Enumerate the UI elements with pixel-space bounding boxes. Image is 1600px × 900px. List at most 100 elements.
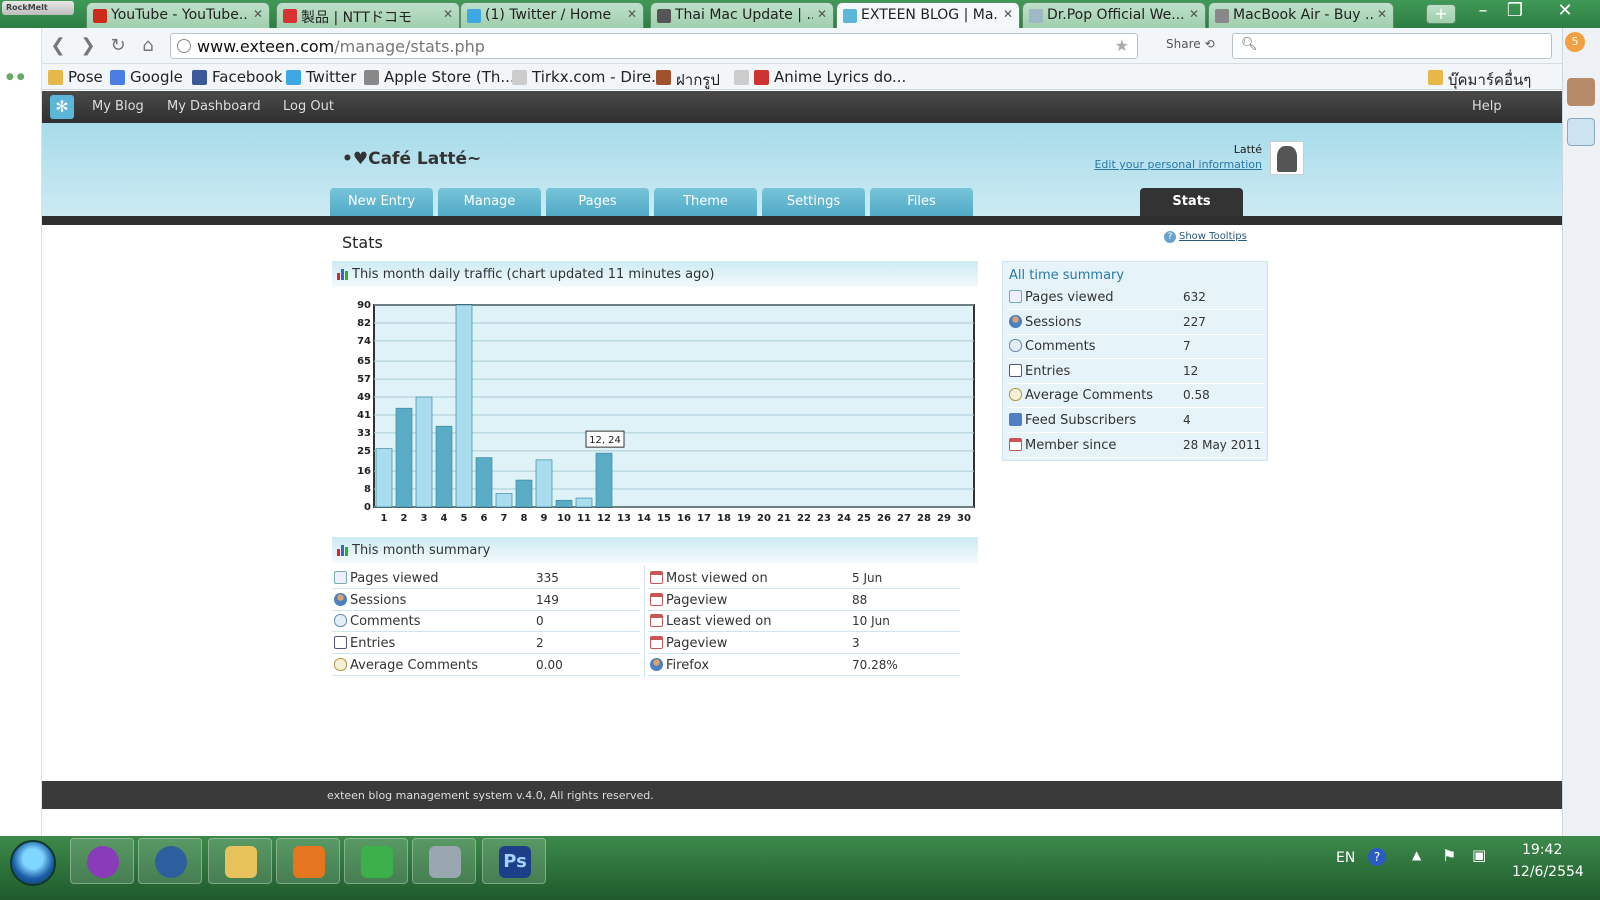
bookmark-item[interactable]: Facebook bbox=[192, 68, 282, 86]
minimize-icon[interactable]: – bbox=[1468, 0, 1498, 22]
bookmark-item[interactable]: Tirkx.com - Dire... bbox=[512, 68, 665, 86]
y-tick-label: 74 bbox=[357, 336, 371, 347]
reload-icon[interactable]: ↻ bbox=[106, 34, 130, 58]
month-summary-value: 3 bbox=[852, 636, 860, 651]
y-tick-label: 41 bbox=[357, 410, 371, 421]
forward-icon[interactable]: ❯ bbox=[76, 34, 100, 58]
app-icon[interactable] bbox=[1567, 118, 1595, 146]
close-tab-icon[interactable]: ✕ bbox=[817, 7, 827, 21]
action-center-flag-icon[interactable]: ⚑ bbox=[1442, 846, 1456, 865]
bookmark-item[interactable]: Anime Lyrics do... bbox=[754, 68, 906, 86]
tab-dr-pop[interactable]: Dr.Pop Official We... ✕ bbox=[1022, 2, 1206, 28]
bar[interactable] bbox=[395, 407, 413, 508]
x-tick-label: 1 bbox=[381, 513, 388, 524]
nav-my-blog[interactable]: My Blog bbox=[92, 99, 144, 114]
show-hidden-icons-icon[interactable]: ▲ bbox=[1412, 848, 1421, 862]
close-tab-icon[interactable]: ✕ bbox=[627, 7, 637, 21]
bar[interactable] bbox=[555, 499, 573, 508]
bar[interactable] bbox=[595, 452, 613, 508]
bookmark-item[interactable]: Twitter bbox=[286, 68, 356, 86]
sims-app-button[interactable] bbox=[70, 838, 134, 884]
bookmark-item[interactable]: ฝากรูป bbox=[656, 68, 720, 92]
bookmark-item[interactable]: Apple Store (Th... bbox=[364, 68, 515, 86]
edit-personal-info-link[interactable]: Edit your personal information bbox=[1094, 158, 1262, 171]
bar[interactable] bbox=[415, 396, 433, 508]
home-icon[interactable]: ⌂ bbox=[136, 34, 160, 58]
bookmark-item[interactable]: Pose bbox=[48, 68, 103, 86]
month-summary-label: Pageview bbox=[666, 636, 728, 652]
all-time-summary: All time summary Pages viewed 632 Sessions… bbox=[1002, 261, 1268, 461]
tab-pages[interactable]: Pages bbox=[546, 188, 649, 219]
start-button[interactable] bbox=[10, 840, 56, 886]
new-tab-button[interactable]: + bbox=[1426, 4, 1456, 24]
camera-app-button[interactable] bbox=[412, 838, 476, 884]
nav-my-dashboard[interactable]: My Dashboard bbox=[167, 99, 261, 114]
bar[interactable] bbox=[455, 304, 473, 508]
tab-youtube[interactable]: YouTube - YouTube... ✕ bbox=[86, 2, 270, 28]
tab-new-entry[interactable]: New Entry bbox=[330, 188, 433, 219]
tab-exteen-blog[interactable]: EXTEEN BLOG | Ma... ✕ bbox=[836, 2, 1020, 28]
back-icon[interactable]: ❮ bbox=[46, 34, 70, 58]
other-bookmarks-label: บุ๊คมาร์คอื่นๆ bbox=[1448, 71, 1532, 89]
url-host: www.exteen.com bbox=[197, 37, 335, 56]
close-tab-icon[interactable]: ✕ bbox=[443, 7, 453, 21]
x-tick-label: 12 bbox=[597, 513, 611, 524]
tab-ntt-docomo[interactable]: 製品 | NTTドコモ ✕ bbox=[276, 2, 460, 28]
help-tray-icon[interactable]: ? bbox=[1368, 848, 1386, 866]
tab-settings[interactable]: Settings bbox=[762, 188, 865, 219]
share-button[interactable]: Share ⟲ bbox=[1166, 37, 1215, 51]
close-tab-icon[interactable]: ✕ bbox=[1189, 7, 1199, 21]
search-input[interactable]: 🔍︎ bbox=[1232, 33, 1552, 59]
traffic-chart-svg: 08162533414957657482901 2 3 4 5 6 7 8 9 10 11 12 13 1… bbox=[357, 300, 975, 524]
bar[interactable] bbox=[515, 479, 533, 508]
x-tick-label: 17 bbox=[697, 513, 711, 524]
network-icon[interactable]: ▣ bbox=[1472, 846, 1486, 864]
rockmelt-menu[interactable]: RockMelt bbox=[2, 1, 74, 15]
tab-files[interactable]: Files bbox=[870, 188, 973, 219]
tab-label: YouTube - YouTube... bbox=[111, 7, 249, 23]
notification-badge[interactable]: 5 bbox=[1565, 32, 1585, 52]
firefox-app-button[interactable] bbox=[276, 838, 340, 884]
avgc-icon bbox=[334, 657, 347, 671]
bar[interactable] bbox=[535, 459, 553, 508]
tab-stats[interactable]: Stats bbox=[1140, 188, 1243, 219]
maximize-icon[interactable]: ❐ bbox=[1500, 0, 1530, 22]
all-time-value: 632 bbox=[1183, 290, 1206, 304]
globe-app-button[interactable] bbox=[138, 838, 202, 884]
nav-help[interactable]: Help bbox=[1472, 99, 1502, 114]
language-indicator[interactable]: EN bbox=[1336, 850, 1355, 866]
bookmark-item[interactable]: Google bbox=[110, 68, 183, 86]
page-info-icon[interactable] bbox=[177, 39, 191, 53]
bar[interactable] bbox=[435, 425, 453, 508]
tab-theme[interactable]: Theme bbox=[654, 188, 757, 219]
bar[interactable] bbox=[495, 493, 513, 508]
explorer-app-button[interactable] bbox=[208, 838, 272, 884]
tab-manage[interactable]: Manage bbox=[438, 188, 541, 219]
tab-macbook-air[interactable]: MacBook Air - Buy ... ✕ bbox=[1208, 2, 1394, 28]
close-tab-icon[interactable]: ✕ bbox=[1003, 7, 1013, 21]
comment-icon bbox=[334, 614, 347, 628]
avatar[interactable] bbox=[1270, 141, 1304, 175]
close-tab-icon[interactable]: ✕ bbox=[1377, 7, 1387, 21]
tab-thai-mac-update[interactable]: Thai Mac Update | ... ✕ bbox=[650, 2, 834, 28]
clock-date[interactable]: 12/6/2554 bbox=[1512, 864, 1584, 880]
friend-avatar[interactable] bbox=[1567, 78, 1595, 106]
blog-title: •♥Café Latté~ bbox=[342, 149, 482, 169]
clock-time[interactable]: 19:42 bbox=[1522, 842, 1562, 858]
exteen-logo-icon[interactable]: ✻ bbox=[50, 95, 74, 119]
messenger-app-button[interactable] bbox=[344, 838, 408, 884]
show-tooltips-link[interactable]: ? Show Tooltips bbox=[1164, 231, 1247, 243]
other-bookmarks[interactable]: บุ๊คมาร์คอื่นๆ bbox=[1428, 68, 1531, 92]
bar[interactable] bbox=[375, 448, 393, 508]
tab-twitter[interactable]: (1) Twitter / Home ✕ bbox=[460, 2, 644, 28]
bar[interactable] bbox=[575, 497, 593, 508]
close-tab-icon[interactable]: ✕ bbox=[253, 7, 263, 21]
month-summary-label: Firefox bbox=[666, 657, 710, 673]
photoshop-app-button[interactable]: Ps bbox=[482, 838, 546, 884]
month-summary-label: Pages viewed bbox=[350, 571, 439, 586]
bar[interactable] bbox=[475, 457, 493, 508]
nav-log-out[interactable]: Log Out bbox=[283, 99, 334, 114]
bookmark-star-icon[interactable]: ★ bbox=[1115, 36, 1129, 55]
close-window-icon[interactable]: ✕ bbox=[1550, 0, 1580, 22]
address-bar[interactable]: www.exteen.com/manage/stats.php ★ bbox=[170, 33, 1138, 59]
